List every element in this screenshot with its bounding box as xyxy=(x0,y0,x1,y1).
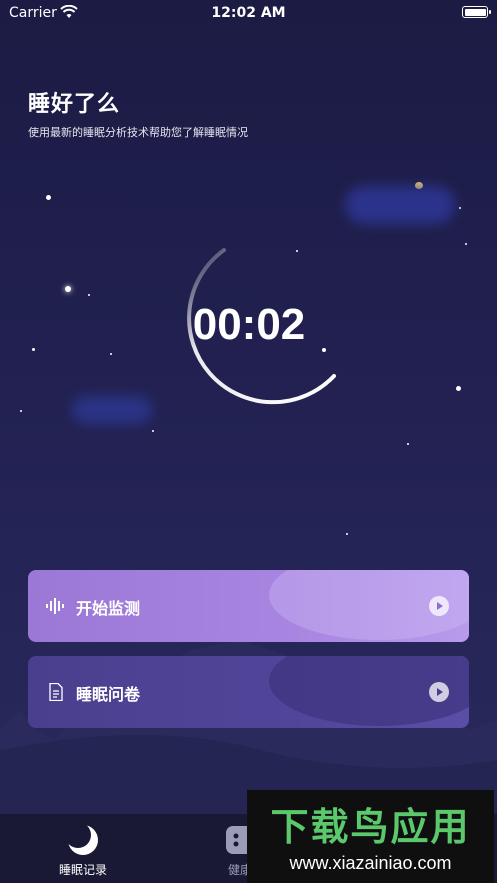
watermark-url: www.xiazainiao.com xyxy=(289,853,452,873)
battery-icon xyxy=(462,6,491,18)
page-title: 睡好了么 xyxy=(28,92,121,117)
status-time: 12:02 AM xyxy=(211,5,286,21)
status-bar: Carrier 12:02 AM xyxy=(0,0,497,26)
watermark: 下载鸟应用 www.xiazainiao.com xyxy=(247,790,494,883)
timer-display: 00:02 xyxy=(192,300,306,349)
document-icon xyxy=(49,683,63,701)
play-icon xyxy=(429,596,449,616)
watermark-title: 下载鸟应用 xyxy=(270,805,471,849)
moon-icon xyxy=(67,824,98,855)
start-monitoring-button[interactable]: 开始监测 xyxy=(28,570,469,642)
tab-sleep-record[interactable]: 睡眠记录 xyxy=(28,814,138,883)
page-subtitle: 使用最新的睡眠分析技术帮助您了解睡眠情况 xyxy=(28,126,248,139)
sound-wave-icon xyxy=(46,598,64,614)
sleep-survey-button[interactable]: 睡眠问卷 xyxy=(28,656,469,728)
start-monitoring-label: 开始监测 xyxy=(76,599,141,618)
play-icon xyxy=(429,682,449,702)
sleep-survey-label: 睡眠问卷 xyxy=(76,685,141,704)
tab-label: 睡眠记录 xyxy=(58,863,107,877)
